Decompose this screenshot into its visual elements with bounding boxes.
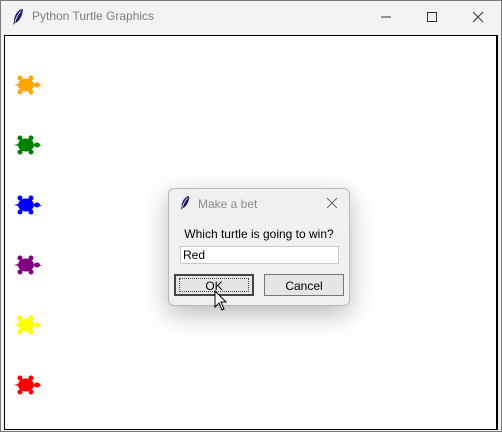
blue-turtle <box>14 195 42 215</box>
title-bar[interactable]: Python Turtle Graphics <box>1 1 501 33</box>
red-turtle <box>14 375 42 395</box>
dialog-prompt: Which turtle is going to win? <box>184 227 334 241</box>
close-button[interactable] <box>455 1 501 33</box>
mouse-pointer-icon <box>214 290 228 311</box>
cancel-button[interactable]: Cancel <box>264 274 344 296</box>
green-turtle <box>14 135 42 155</box>
feather-icon <box>13 9 23 25</box>
dialog-title: Make a bet <box>198 197 258 211</box>
bet-input[interactable] <box>180 246 339 264</box>
close-icon <box>472 11 484 23</box>
make-a-bet-dialog: Make a bet Which turtle is going to win?… <box>168 188 350 306</box>
yellow-turtle <box>14 315 42 335</box>
minimize-icon <box>381 16 391 18</box>
cancel-label: Cancel <box>285 279 323 293</box>
dialog-close-icon[interactable] <box>325 196 339 210</box>
minimize-button[interactable] <box>363 1 409 33</box>
maximize-icon <box>427 12 437 22</box>
purple-turtle <box>14 255 42 275</box>
feather-icon <box>180 196 190 210</box>
orange-turtle <box>14 75 42 95</box>
maximize-button[interactable] <box>409 1 455 33</box>
window-title: Python Turtle Graphics <box>32 9 155 23</box>
